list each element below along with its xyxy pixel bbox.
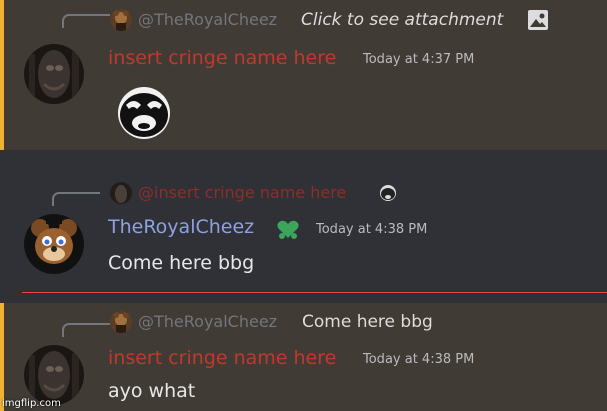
reply-avatar[interactable] (110, 182, 132, 204)
nitro-boost-icon[interactable] (275, 216, 301, 242)
reply-connector (62, 323, 110, 337)
sticker-reply-icon (379, 184, 397, 202)
new-messages-divider (22, 292, 607, 293)
message-content: Come here bbg (108, 252, 255, 274)
username[interactable]: insert cringe name here (108, 47, 336, 69)
message-content: ayo what (108, 380, 196, 402)
username[interactable]: insert cringe name here (108, 347, 336, 369)
timestamp[interactable]: Today at 4:37 PM (363, 52, 474, 67)
message-2: @insert cringe name here TheRoyalCheez T… (0, 150, 607, 303)
reply-avatar[interactable] (110, 311, 132, 333)
sticker-attachment[interactable] (117, 86, 171, 140)
reply-connector (62, 14, 110, 28)
user-avatar[interactable] (24, 44, 84, 104)
reply-content[interactable]: Click to see attachment (301, 10, 503, 30)
reply-connector (52, 192, 100, 206)
reply-author[interactable]: @TheRoyalCheez (138, 312, 277, 331)
timestamp[interactable]: Today at 4:38 PM (363, 352, 474, 367)
message-1: @TheRoyalCheez Click to see attachment i… (0, 0, 607, 150)
mention-highlight-bar (0, 0, 4, 150)
watermark: imgflip.com (2, 398, 61, 409)
reply-author[interactable]: @insert cringe name here (138, 183, 346, 202)
user-avatar[interactable] (24, 214, 84, 274)
reply-author[interactable]: @TheRoyalCheez (138, 10, 277, 29)
reply-avatar[interactable] (110, 9, 132, 31)
mention-highlight-bar (0, 303, 4, 411)
reply-content[interactable]: Come here bbg (302, 312, 433, 332)
timestamp[interactable]: Today at 4:38 PM (316, 222, 427, 237)
username[interactable]: TheRoyalCheez (108, 216, 254, 238)
message-3: @TheRoyalCheez Come here bbg insert crin… (0, 303, 607, 411)
user-avatar[interactable] (24, 345, 84, 405)
image-attachment-icon[interactable] (527, 9, 549, 31)
